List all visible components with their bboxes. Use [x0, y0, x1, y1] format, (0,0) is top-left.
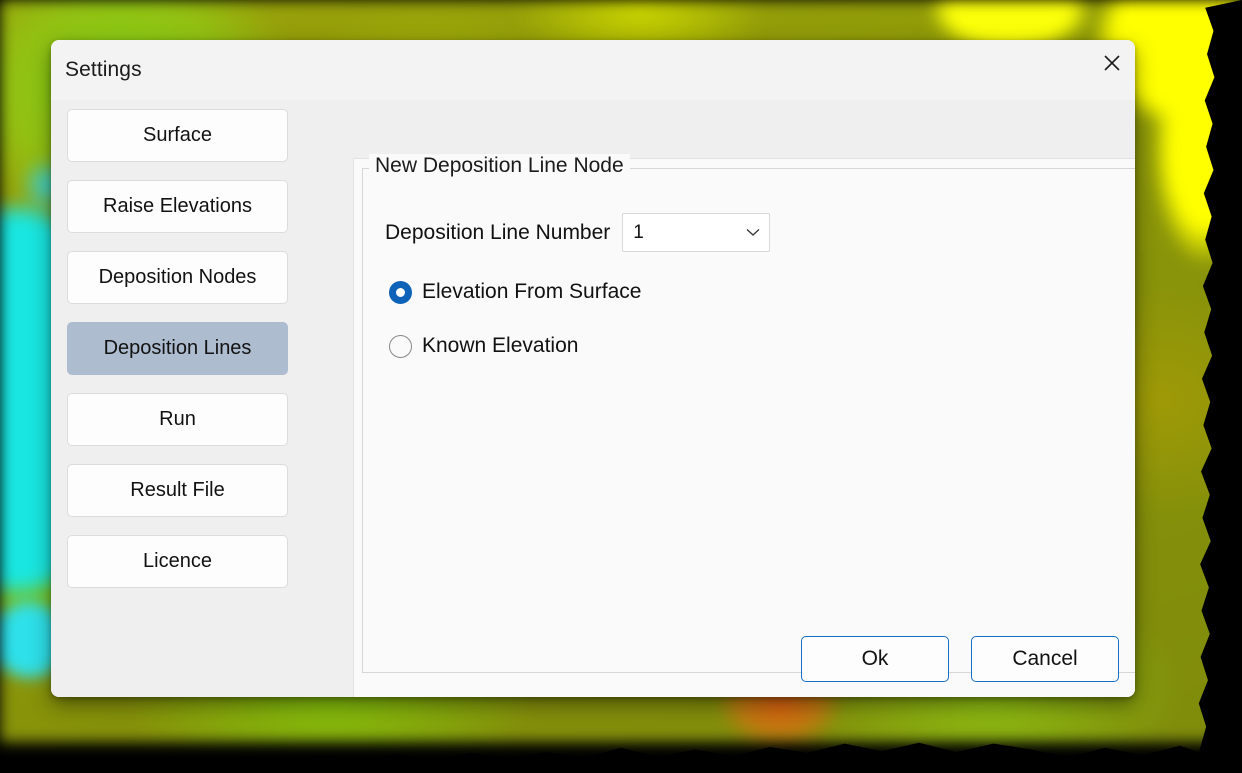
- sidebar-item-licence[interactable]: Licence: [67, 535, 288, 588]
- radio-unselected-icon: [389, 334, 412, 358]
- sidebar-item-label: Deposition Lines: [103, 337, 252, 359]
- chevron-down-icon: [746, 228, 760, 237]
- cancel-button-label: Cancel: [1012, 647, 1078, 670]
- deposition-line-number-label: Deposition Line Number: [385, 220, 611, 244]
- radio-known-elevation[interactable]: Known Elevation: [389, 334, 578, 358]
- sidebar-item-label: Surface: [143, 124, 212, 146]
- content-panel: New Deposition Line Node Deposition Line…: [353, 154, 1135, 697]
- sidebar-item-label: Run: [159, 408, 196, 430]
- sidebar-item-deposition-nodes[interactable]: Deposition Nodes: [67, 251, 288, 304]
- sidebar: Surface Raise Elevations Deposition Node…: [51, 100, 288, 697]
- dialog-titlebar: Settings: [51, 40, 1135, 100]
- groupbox-title: New Deposition Line Node: [369, 154, 630, 178]
- sidebar-item-label: Result File: [130, 479, 225, 501]
- deposition-line-number-row: Deposition Line Number 1: [385, 213, 771, 252]
- page-title: Settings: [65, 58, 142, 81]
- dialog-footer: Ok Cancel: [801, 636, 1119, 682]
- sidebar-item-raise-elevations[interactable]: Raise Elevations: [67, 180, 288, 233]
- sidebar-item-result-file[interactable]: Result File: [67, 464, 288, 517]
- ok-button-label: Ok: [861, 647, 889, 670]
- sidebar-item-deposition-lines[interactable]: Deposition Lines: [67, 322, 288, 375]
- ok-button[interactable]: Ok: [801, 636, 949, 682]
- radio-label: Known Elevation: [422, 334, 579, 357]
- sidebar-item-label: Raise Elevations: [103, 195, 252, 217]
- deposition-line-number-value: 1: [633, 221, 644, 243]
- radio-selected-icon: [389, 280, 412, 304]
- settings-dialog: Settings Surface Raise Elevations Deposi…: [51, 40, 1135, 697]
- close-button[interactable]: [1089, 40, 1135, 86]
- dialog-body: Surface Raise Elevations Deposition Node…: [51, 100, 1135, 697]
- radio-label: Elevation From Surface: [422, 280, 642, 303]
- sidebar-item-surface[interactable]: Surface: [67, 109, 288, 162]
- close-icon: [1102, 53, 1122, 73]
- sidebar-item-label: Licence: [143, 550, 212, 572]
- sidebar-item-label: Deposition Nodes: [98, 266, 257, 288]
- deposition-line-number-select[interactable]: 1: [622, 213, 771, 252]
- cancel-button[interactable]: Cancel: [971, 636, 1119, 682]
- radio-elevation-from-surface[interactable]: Elevation From Surface: [389, 280, 641, 304]
- sidebar-item-run[interactable]: Run: [67, 393, 288, 446]
- new-deposition-line-node-groupbox: New Deposition Line Node Deposition Line…: [362, 154, 1135, 673]
